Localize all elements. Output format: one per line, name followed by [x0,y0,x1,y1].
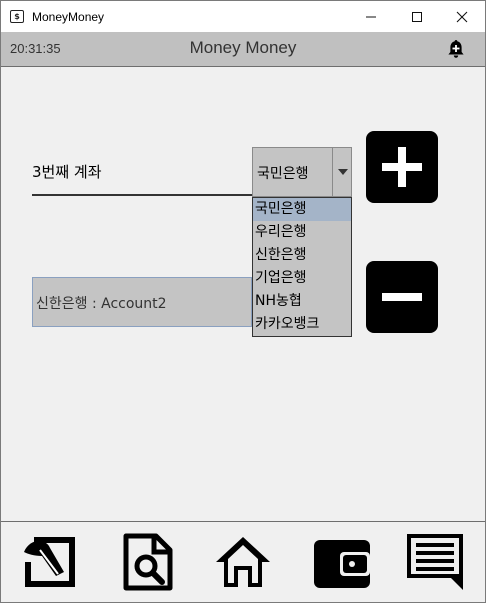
home-icon [216,537,270,587]
account-name-input[interactable]: 3번째 계좌 [32,161,102,182]
chevron-down-icon [337,169,348,175]
dropdown-option[interactable]: 우리은행 [253,221,351,244]
dropdown-option[interactable]: 국민은행 [253,198,351,221]
account-display-field[interactable]: 신한은행 : Account2 [32,277,252,327]
close-button[interactable] [439,1,485,32]
nav-search-button[interactable] [118,532,178,592]
remove-account-button[interactable] [366,261,438,333]
bank-select-toggle[interactable] [332,148,352,196]
edit-icon [24,537,75,587]
bell-plus-icon [448,40,464,58]
nav-home-button[interactable] [213,532,273,592]
dropdown-option[interactable]: 신한은행 [253,244,351,267]
close-icon [456,11,468,22]
app-icon: $ [10,10,24,23]
window-title: MoneyMoney [32,9,105,24]
notification-button[interactable] [445,38,467,60]
plus-icon [382,147,422,187]
wallet-icon [314,540,370,588]
chat-list-icon [407,534,463,590]
page-title: Money Money [189,38,297,57]
minimize-button[interactable] [348,1,394,32]
maximize-button[interactable] [394,1,440,32]
bank-dropdown-list: 국민은행 우리은행 신한은행 기업은행 NH농협 카카오뱅크 [252,197,352,337]
maximize-icon [412,11,422,22]
dropdown-option[interactable]: 기업은행 [253,267,351,290]
add-account-button[interactable] [366,131,438,203]
account-display-value: 신한은행 : Account2 [36,296,167,312]
minimize-icon [366,16,376,17]
bank-select-value: 국민은행 [257,166,309,182]
title-bar: $ MoneyMoney [1,1,485,32]
minus-icon [382,293,422,301]
dropdown-option[interactable]: 카카오뱅크 [253,313,351,336]
search-document-icon [123,533,173,591]
nav-wallet-button[interactable] [312,532,372,592]
nav-edit-button[interactable] [20,532,80,592]
nav-messages-button[interactable] [405,532,465,592]
app-header: 20:31:35 Money Money [1,32,485,67]
bottom-divider [1,521,485,522]
bank-select[interactable]: 국민은행 [252,147,352,197]
app-window: $ MoneyMoney 20:31:35 Money Money 3번째 계좌… [0,0,486,603]
input-underline [32,194,252,196]
dropdown-option[interactable]: NH농협 [253,290,351,313]
